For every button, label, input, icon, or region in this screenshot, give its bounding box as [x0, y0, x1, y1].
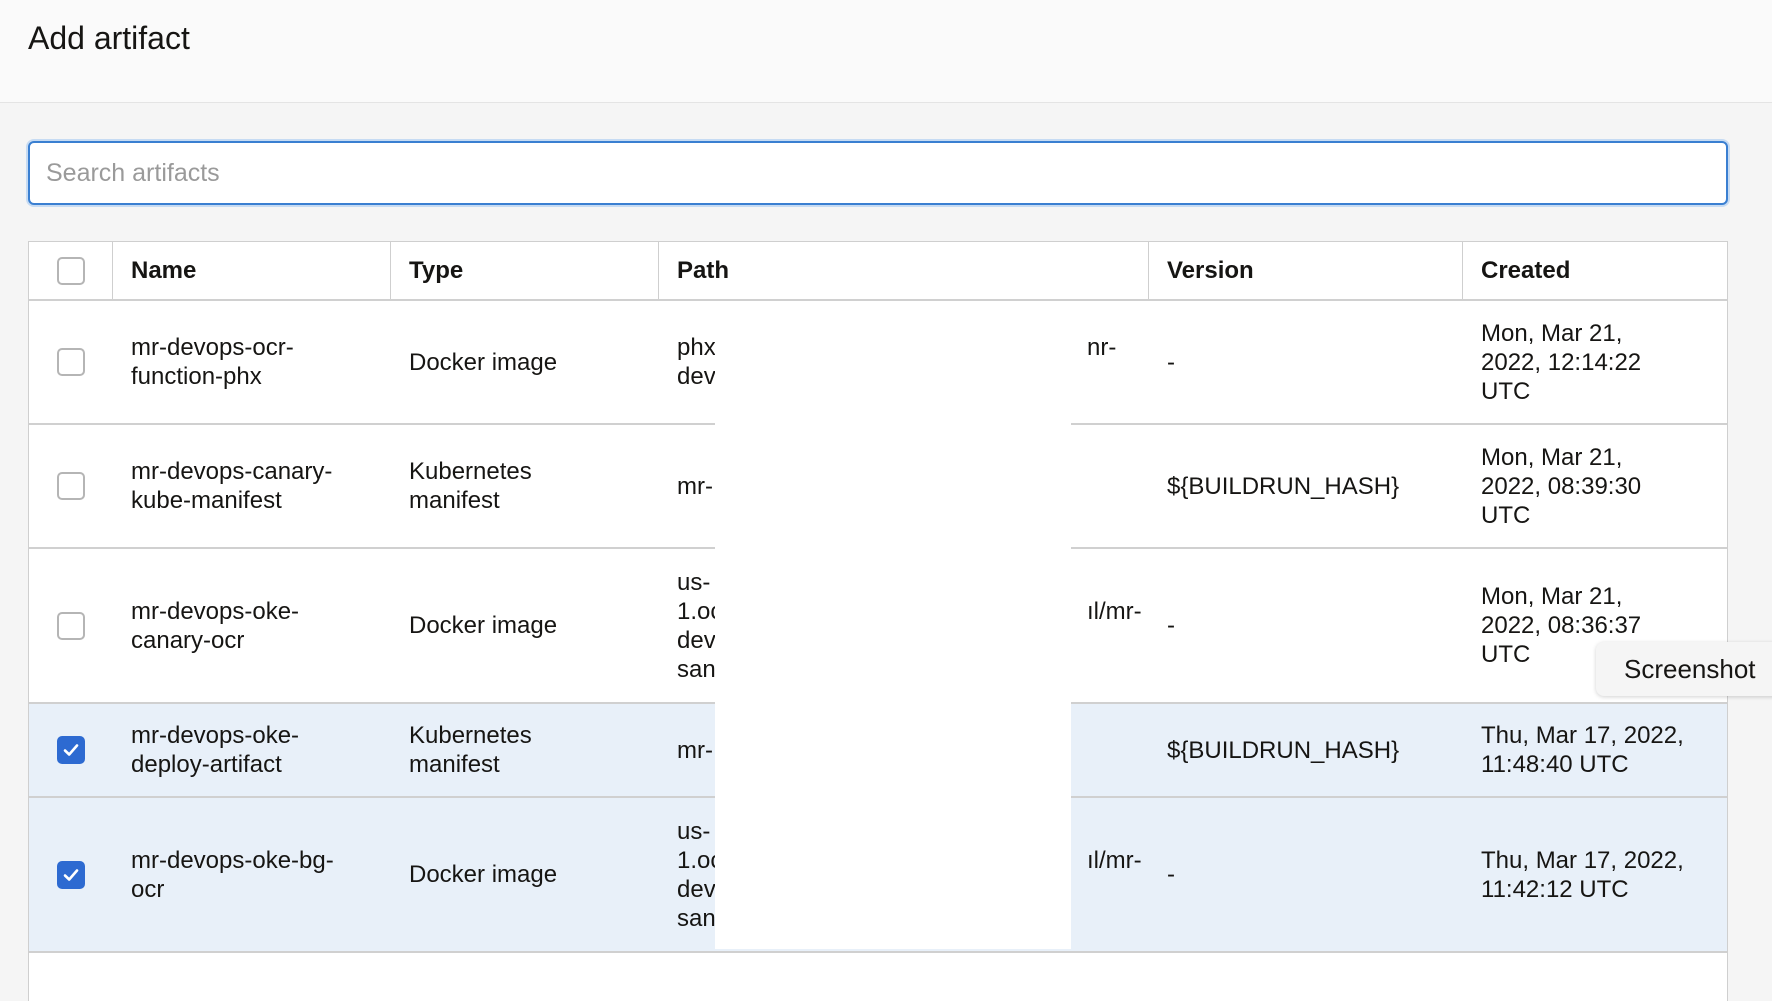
artifact-type-line: manifest	[409, 487, 500, 514]
artifact-created-line: 2022, 08:39:30	[1481, 472, 1642, 500]
column-header-type[interactable]: Type	[391, 242, 659, 299]
artifact-type-line: Kubernetes	[409, 722, 532, 749]
artifact-path-start: us-	[677, 568, 711, 596]
artifact-name-line: ocr	[131, 875, 165, 903]
check-icon	[63, 744, 79, 756]
artifact-type: Kubernetes manifest	[391, 704, 659, 796]
artifact-path-start: phx	[677, 334, 716, 361]
artifact-name-line: mr-devops-oke-	[131, 722, 300, 749]
row-select-cell	[29, 704, 113, 796]
artifact-path-end: nr-	[1087, 334, 1117, 361]
check-icon	[63, 868, 79, 881]
artifact-version: -	[1167, 348, 1175, 376]
row-select-cell	[29, 425, 113, 547]
row-checkbox[interactable]	[57, 348, 85, 376]
artifact-type: Docker image	[391, 549, 659, 702]
artifact-type-line: Docker image	[409, 348, 558, 376]
artifact-name-line: function-phx	[131, 363, 262, 390]
artifact-path-end: ıl/mr-	[1087, 597, 1142, 625]
artifact-created-line: Thu, Mar 17, 2022,	[1481, 846, 1684, 874]
artifact-path-start: dev	[677, 363, 716, 390]
artifact-name: mr-devops-ocr-function-phx	[113, 301, 391, 423]
search-input[interactable]	[28, 141, 1728, 205]
artifact-path-start: san	[677, 904, 716, 932]
row-checkbox[interactable]	[57, 472, 85, 500]
artifact-type: Docker image	[391, 301, 659, 423]
artifact-created-line: Mon, Mar 21,	[1481, 583, 1623, 610]
artifact-type: Docker image	[391, 798, 659, 951]
artifact-created-line: UTC	[1481, 377, 1531, 405]
artifact-type: Kubernetes manifest	[391, 425, 659, 547]
row-checkbox[interactable]	[57, 611, 85, 640]
artifact-path-start: mr-	[677, 736, 713, 764]
artifact-version: -	[1167, 612, 1175, 639]
artifact-type-line: Docker image	[409, 861, 558, 888]
artifact-type-line: manifest	[409, 751, 500, 778]
artifact-path-start: dev	[677, 875, 716, 903]
artifact-name: mr-devops-oke-bg-ocr	[113, 798, 391, 951]
artifact-created: Mon, Mar 21, 2022, 08:39:30 UTC	[1463, 425, 1727, 547]
artifact-name-line: mr-devops-oke-	[131, 597, 300, 625]
artifact-name: mr-devops-oke-canary-ocr	[113, 549, 391, 702]
artifact-path-start: mr-	[677, 472, 713, 500]
artifact-version: -	[1167, 861, 1175, 888]
artifact-version: ${BUILDRUN_HASH}	[1167, 736, 1400, 764]
artifact-name-line: mr-devops-canary-	[131, 458, 333, 485]
artifact-created-line: Thu, Mar 17, 2022,	[1481, 722, 1684, 749]
artifact-type-line: Kubernetes	[409, 458, 532, 485]
screenshot-tooltip: Screenshot	[1596, 642, 1772, 696]
page-title: Add artifact	[28, 20, 190, 56]
artifact-path-end: ıl/mr-	[1087, 846, 1142, 874]
artifact-name-line: mr-devops-oke-bg-	[131, 846, 334, 874]
artifact-path-start: us-	[677, 817, 711, 845]
artifact-name: mr-devops-oke-deploy-artifact	[113, 704, 391, 796]
artifact-created: Thu, Mar 17, 2022, 11:42:12 UTC	[1463, 798, 1727, 951]
redaction-block	[715, 310, 1071, 949]
artifact-name: mr-devops-canary-kube-manifest	[113, 425, 391, 547]
artifact-created-line: 11:48:40 UTC	[1481, 751, 1629, 778]
artifact-created: Thu, Mar 17, 2022, 11:48:40 UTC	[1463, 704, 1727, 796]
artifact-created-line: 2022, 12:14:22	[1481, 348, 1642, 376]
column-header-created[interactable]: Created	[1463, 242, 1727, 299]
row-checkbox[interactable]	[57, 860, 85, 889]
artifact-created-line: Mon, Mar 21,	[1481, 319, 1623, 347]
table-header-row: Name Type Path Version Created	[29, 242, 1727, 301]
artifact-created-line: 11:42:12 UTC	[1481, 875, 1629, 903]
artifact-created: Mon, Mar 21, 2022, 12:14:22 UTC	[1463, 301, 1727, 423]
column-header-name[interactable]: Name	[113, 242, 391, 299]
header-select-cell	[29, 242, 113, 299]
row-select-cell	[29, 549, 113, 702]
artifact-name-line: mr-devops-ocr-	[131, 334, 294, 361]
artifact-created-line: UTC	[1481, 501, 1531, 529]
row-select-cell	[29, 301, 113, 423]
artifact-type-line: Docker image	[409, 612, 558, 639]
artifact-path-start: san	[677, 655, 716, 683]
artifact-version: ${BUILDRUN_HASH}	[1167, 472, 1400, 500]
column-header-path[interactable]: Path	[659, 242, 1149, 299]
select-all-checkbox[interactable]	[56, 256, 85, 285]
artifact-name-line: kube-manifest	[131, 487, 282, 514]
row-checkbox[interactable]	[57, 736, 85, 764]
column-header-version[interactable]: Version	[1149, 242, 1463, 299]
artifact-path-start: dev	[677, 626, 716, 654]
artifact-name-line: canary-ocr	[131, 626, 245, 654]
page-header: Add artifact	[0, 0, 1772, 103]
row-select-cell	[29, 798, 113, 951]
artifact-created-line: 2022, 08:36:37	[1481, 612, 1642, 639]
artifact-name-line: deploy-artifact	[131, 751, 282, 778]
artifact-created-line: Mon, Mar 21,	[1481, 443, 1623, 471]
